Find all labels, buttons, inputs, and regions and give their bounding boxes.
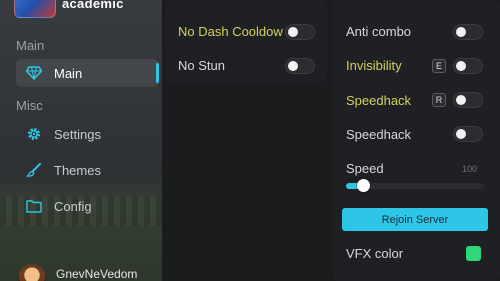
- anti-combo-toggle[interactable]: [453, 24, 483, 40]
- sidebar-item-settings[interactable]: Settings: [16, 120, 159, 148]
- vfx-color-row: VFX color: [346, 246, 403, 261]
- user-profile: GnevNeVedom: [18, 264, 137, 281]
- speedhack-keybind[interactable]: R: [432, 93, 446, 107]
- invisibility-label: Invisibility: [346, 58, 402, 73]
- speedhack-row: Speedhack: [346, 127, 411, 142]
- sidebar-item-themes[interactable]: Themes: [16, 156, 159, 184]
- no-stun-toggle[interactable]: [285, 58, 315, 74]
- toggle-knob: [456, 95, 466, 105]
- speedhack-bind-row: Speedhack: [346, 93, 411, 108]
- brush-icon: [26, 162, 42, 178]
- speedhack-bind-label: Speedhack: [346, 93, 412, 108]
- anti-combo-row: Anti combo: [346, 24, 411, 39]
- gear-icon: [26, 126, 42, 142]
- sidebar-item-label: Config: [54, 198, 92, 214]
- diamond-icon: [26, 65, 42, 81]
- sidebar-item-label: Settings: [54, 126, 101, 142]
- section-label-main: Main: [16, 38, 45, 53]
- speedhack-toggle[interactable]: [453, 126, 483, 142]
- sidebar-item-label: Themes: [54, 162, 101, 178]
- toggle-knob: [288, 27, 298, 37]
- speed-slider[interactable]: [346, 179, 484, 192]
- app-title: academic: [62, 0, 124, 11]
- speed-max-value: 100: [462, 164, 478, 174]
- sidebar-item-config[interactable]: Config: [16, 192, 159, 220]
- sidebar-item-main[interactable]: Main: [16, 59, 159, 87]
- toggle-knob: [456, 129, 466, 139]
- folder-icon: [26, 198, 42, 214]
- vfx-color-label: VFX color: [346, 246, 404, 261]
- slider-handle[interactable]: [357, 179, 370, 192]
- toggle-knob: [288, 61, 298, 71]
- speedhack-label: Speedhack: [346, 127, 412, 142]
- anti-combo-label: Anti combo: [346, 24, 412, 39]
- invisibility-row: Invisibility: [346, 58, 402, 73]
- no-dash-cooldown-toggle[interactable]: [285, 24, 315, 40]
- sidebar-item-label: Main: [54, 65, 83, 81]
- username: GnevNeVedom: [56, 267, 138, 281]
- no-dash-cooldown-label: No Dash Cooldow: [178, 24, 283, 39]
- invisibility-toggle[interactable]: [453, 58, 483, 74]
- no-stun-row: No Stun: [178, 58, 225, 73]
- speedhack-bind-toggle[interactable]: [453, 92, 483, 108]
- avatar: [18, 264, 46, 281]
- section-label-misc: Misc: [16, 98, 43, 113]
- toggle-knob: [456, 27, 466, 37]
- toggle-knob: [456, 61, 466, 71]
- active-indicator: [156, 63, 159, 83]
- invisibility-keybind[interactable]: E: [432, 59, 446, 73]
- sidebar: academic Main Main Misc Settings Themes …: [0, 0, 162, 281]
- speed-label: Speed: [346, 161, 384, 176]
- speed-row: Speed: [346, 161, 384, 176]
- app-logo: [14, 0, 56, 18]
- vfx-color-swatch[interactable]: [466, 246, 481, 261]
- no-stun-label: No Stun: [178, 58, 225, 73]
- no-dash-cooldown-row: No Dash Cooldow: [178, 24, 283, 39]
- rejoin-server-button[interactable]: Rejoin Server: [342, 208, 488, 231]
